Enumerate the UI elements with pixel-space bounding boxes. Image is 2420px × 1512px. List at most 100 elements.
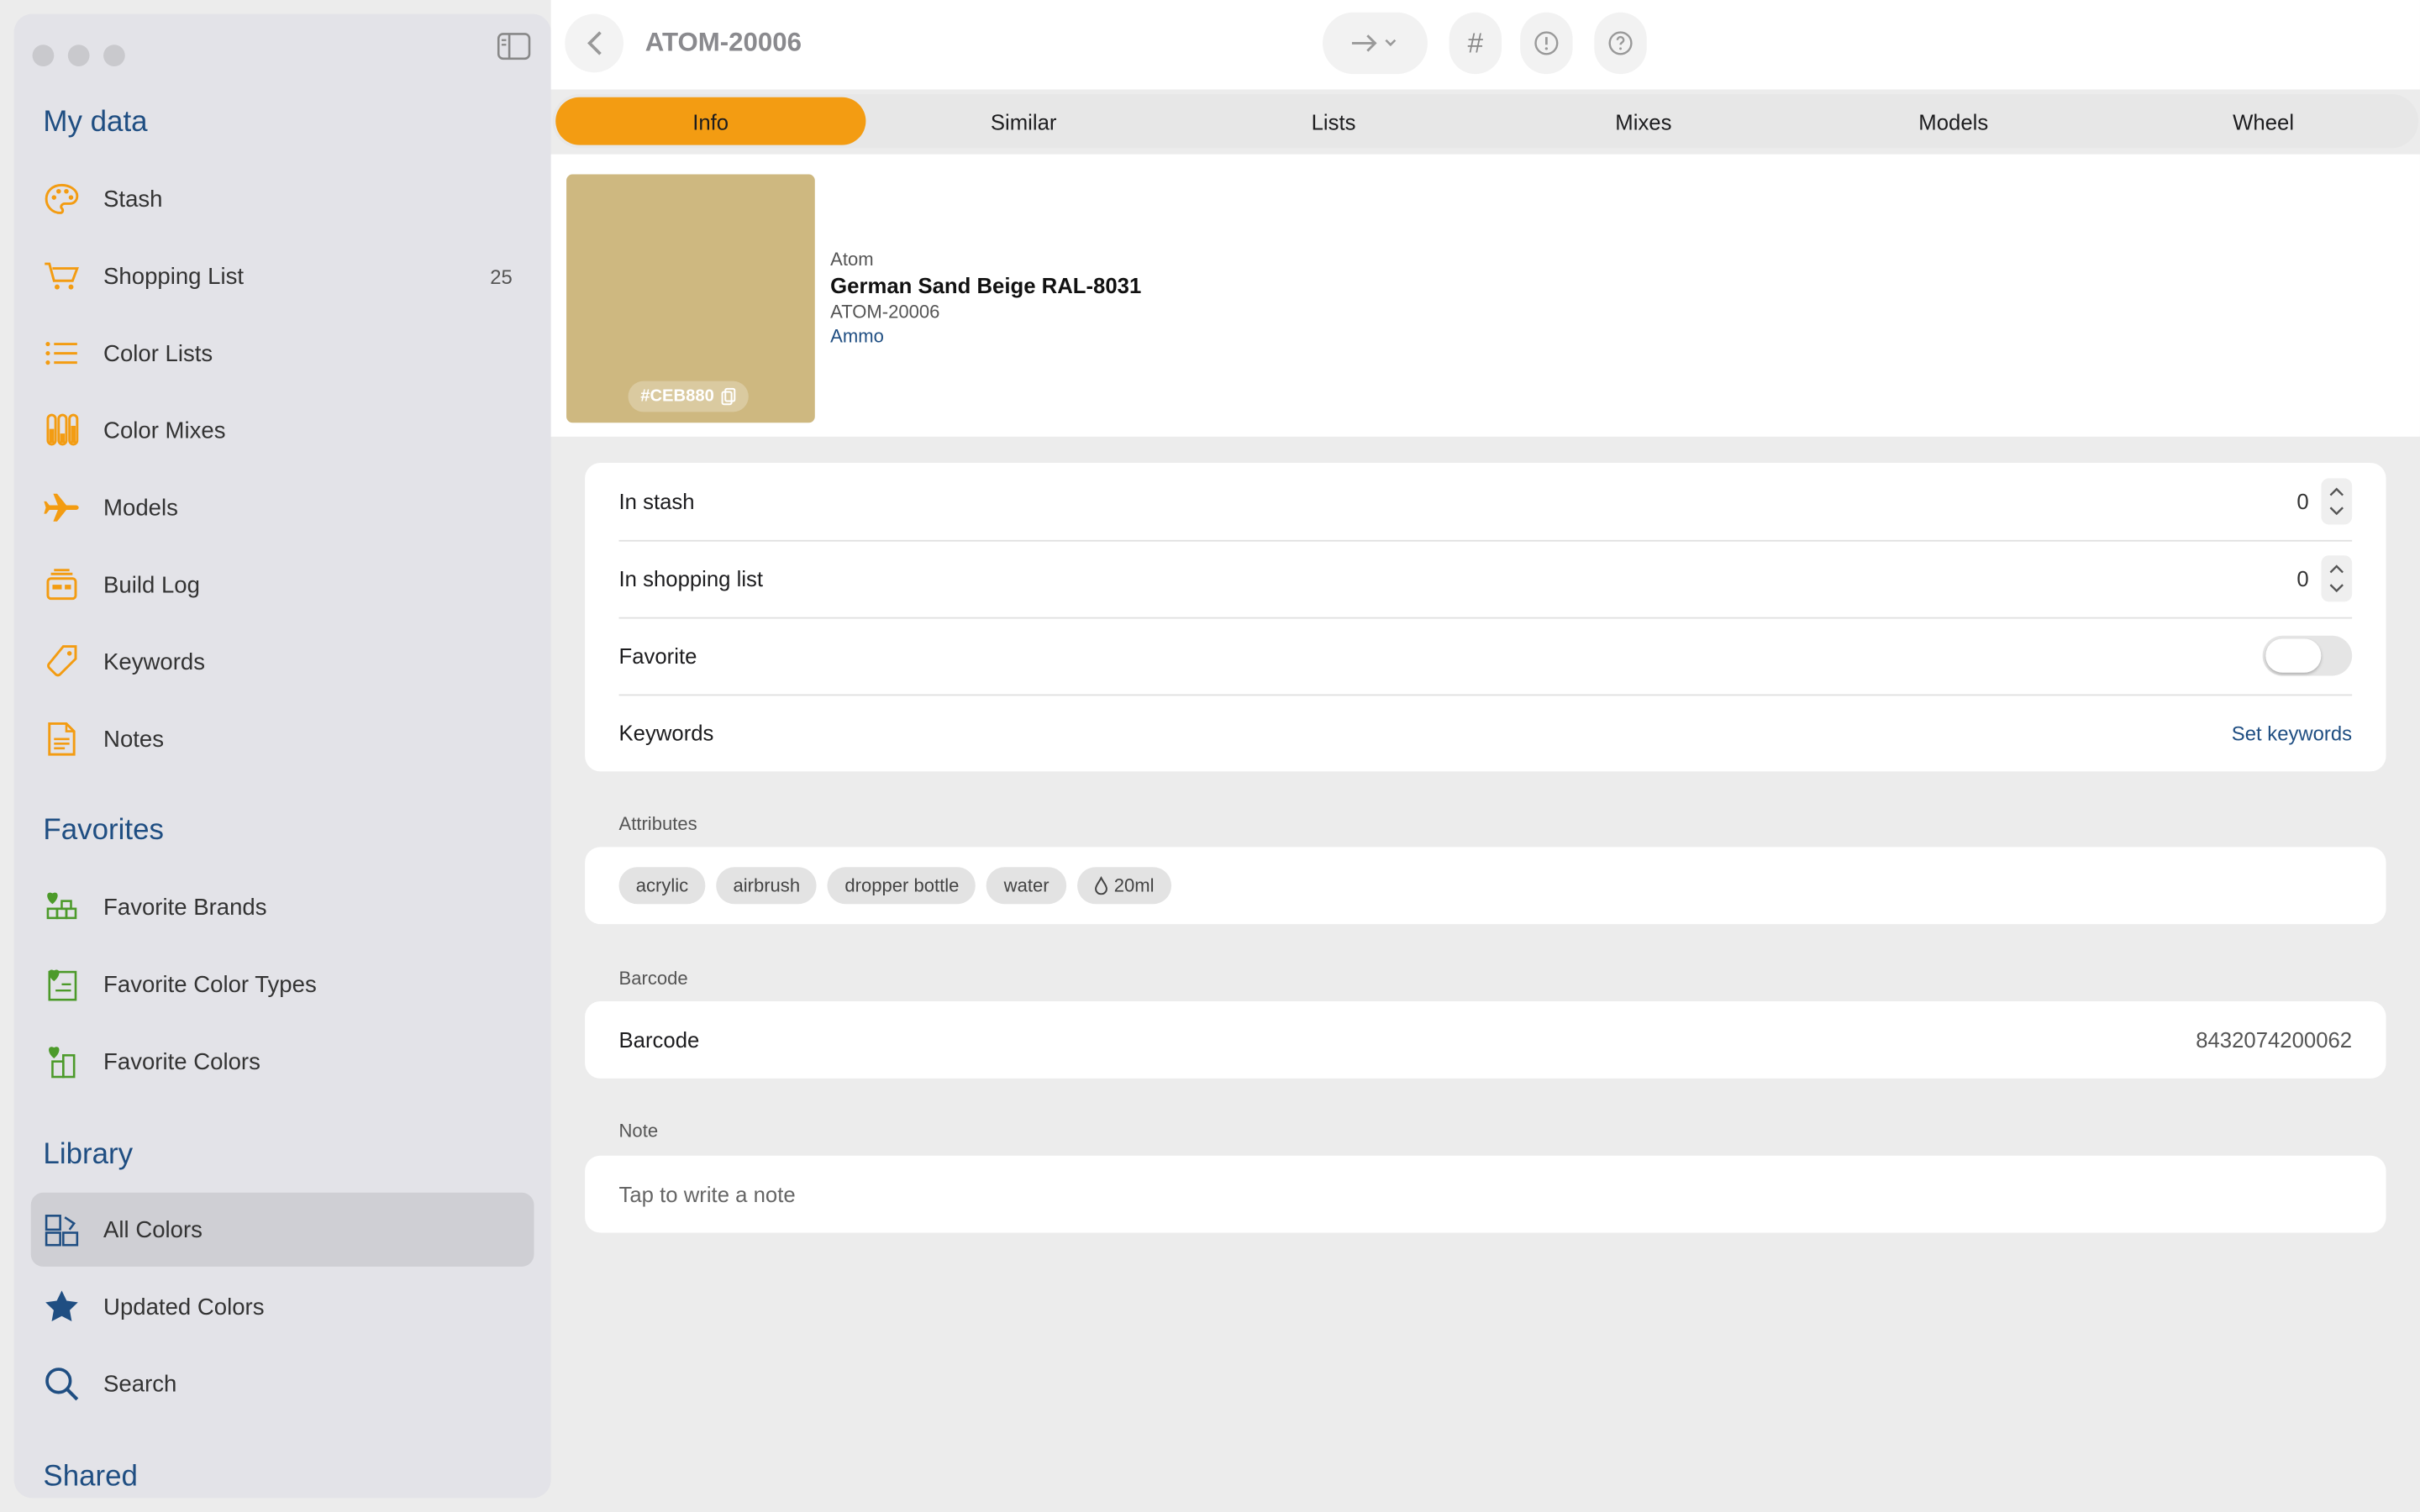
sidebar-item-label: Models xyxy=(103,494,178,521)
color-header: #CEB880 Atom German Sand Beige RAL-8031 … xyxy=(550,154,2420,437)
favorite-color-types-icon xyxy=(43,966,80,1003)
stepper-arrows-icon xyxy=(2329,487,2344,516)
sidebar-item-notes[interactable]: Notes xyxy=(31,702,534,776)
sidebar-item-label: Search xyxy=(103,1370,177,1398)
attribute-chip: water xyxy=(986,867,1066,905)
sidebar-item-models[interactable]: Models xyxy=(31,470,534,544)
sidebar-item-label: Favorite Brands xyxy=(103,894,267,921)
main-content: ATOM-20006 # Info Similar Lists Mixes Mo… xyxy=(550,0,2420,1512)
favorite-row: Favorite xyxy=(585,617,2386,695)
section-favorites: Favorites xyxy=(43,814,164,848)
sidebar-item-label: Notes xyxy=(103,726,165,753)
sidebar-item-all-colors[interactable]: All Colors xyxy=(30,1192,534,1267)
in-shopping-list-row: In shopping list 0 xyxy=(585,539,2386,617)
zoom-window-button[interactable] xyxy=(103,45,125,66)
sidebar-item-label: Stash xyxy=(103,186,163,213)
sidebar-item-favorite-colors[interactable]: Favorite Colors xyxy=(31,1025,534,1099)
sidebar-item-color-lists[interactable]: Color Lists xyxy=(31,317,534,391)
back-button[interactable] xyxy=(565,13,624,73)
sidebar-item-label: Color Mixes xyxy=(103,417,226,444)
build-log-icon xyxy=(43,566,80,603)
share-menu-button[interactable] xyxy=(1323,12,1428,75)
all-colors-icon xyxy=(43,1211,80,1248)
tab-similar[interactable]: Similar xyxy=(869,94,1179,148)
sidebar-item-color-mixes[interactable]: Color Mixes xyxy=(31,393,534,467)
color-swatch: #CEB880 xyxy=(566,174,815,423)
barcode-label: Barcode xyxy=(618,1027,700,1053)
details-card: In stash 0 In shopping list 0 Favorite K… xyxy=(585,463,2386,772)
search-icon xyxy=(43,1365,80,1402)
in-shopping-list-stepper[interactable] xyxy=(2321,555,2353,602)
sidebar-item-label: Color Lists xyxy=(103,339,213,367)
note-field[interactable]: Tap to write a note xyxy=(585,1156,2386,1233)
sidebar-item-shopping-list[interactable]: Shopping List 25 xyxy=(31,239,534,313)
sidebar-item-favorite-color-types[interactable]: Favorite Color Types xyxy=(31,948,534,1021)
section-library: Library xyxy=(43,1138,134,1172)
favorite-toggle[interactable] xyxy=(2262,635,2353,676)
sidebar-item-label: Updated Colors xyxy=(103,1294,265,1320)
stepper-arrows-icon xyxy=(2329,564,2344,593)
info-button[interactable] xyxy=(1520,12,1573,75)
hex-value: #CEB880 xyxy=(640,387,714,407)
note-card[interactable]: Tap to write a note xyxy=(585,1155,2386,1233)
note-group-label: Note xyxy=(618,1120,659,1142)
arrow-right-chevron-icon xyxy=(1351,34,1397,52)
tab-info[interactable]: Info xyxy=(555,97,866,145)
copy-icon xyxy=(721,387,735,406)
hashtag-button[interactable]: # xyxy=(1449,12,1502,75)
sidebar-item-favorite-brands[interactable]: Favorite Brands xyxy=(31,870,534,944)
favorite-colors-icon xyxy=(43,1043,80,1080)
airplane-icon xyxy=(43,489,80,526)
close-window-button[interactable] xyxy=(32,45,55,66)
color-code: ATOM-20006 xyxy=(830,301,940,323)
document-icon xyxy=(43,721,80,758)
minimize-window-button[interactable] xyxy=(67,45,90,66)
hex-copy-chip[interactable]: #CEB880 xyxy=(628,381,749,412)
favorite-brands-icon xyxy=(43,889,80,926)
set-keywords-link[interactable]: Set keywords xyxy=(2232,722,2352,745)
palette-icon xyxy=(43,181,80,218)
shopping-list-count-badge: 25 xyxy=(490,264,513,288)
attribute-chip: dropper bottle xyxy=(828,867,976,905)
help-button[interactable] xyxy=(1594,12,1647,75)
tab-wheel[interactable]: Wheel xyxy=(2108,94,2418,148)
color-brand: Atom xyxy=(830,248,874,270)
hashtag-icon: # xyxy=(1467,27,1484,58)
sidebar-item-label: Shopping List xyxy=(103,263,245,290)
color-name: German Sand Beige RAL-8031 xyxy=(830,273,1142,298)
in-stash-stepper[interactable] xyxy=(2321,478,2353,525)
sidebar-item-keywords[interactable]: Keywords xyxy=(31,625,534,699)
sidebar-item-search[interactable]: Search xyxy=(31,1347,534,1420)
test-tubes-icon xyxy=(43,412,80,449)
sidebar-item-updated-colors[interactable]: Updated Colors xyxy=(31,1270,534,1344)
barcode-row: Barcode 8432074200062 xyxy=(585,1001,2386,1079)
in-stash-value: 0 xyxy=(2296,489,2309,514)
color-meta: Atom German Sand Beige RAL-8031 ATOM-200… xyxy=(830,249,1141,348)
chevron-left-icon xyxy=(587,31,602,55)
attribute-chip: airbrush xyxy=(716,867,818,905)
tab-models[interactable]: Models xyxy=(1798,94,2108,148)
in-stash-row: In stash 0 xyxy=(585,463,2386,540)
tab-bar: Info Similar Lists Mixes Models Wheel xyxy=(552,94,2419,149)
tab-mixes[interactable]: Mixes xyxy=(1488,94,1798,148)
question-circle-icon xyxy=(1608,31,1633,55)
sidebar-item-label: All Colors xyxy=(103,1216,203,1243)
barcode-value: 8432074200062 xyxy=(2196,1027,2353,1053)
sidebar-item-label: Favorite Color Types xyxy=(103,971,317,998)
tab-lists[interactable]: Lists xyxy=(1179,94,1489,148)
note-placeholder: Tap to write a note xyxy=(618,1181,796,1207)
volume-chip: 20ml xyxy=(1076,867,1171,905)
exclamation-circle-icon xyxy=(1534,31,1559,55)
sidebar-item-build-log[interactable]: Build Log xyxy=(31,548,534,622)
page-title: ATOM-20006 xyxy=(644,28,802,57)
toolbar: ATOM-20006 # xyxy=(550,0,2420,90)
list-icon xyxy=(43,335,80,372)
favorite-label: Favorite xyxy=(618,643,697,669)
sidebar-item-stash[interactable]: Stash xyxy=(31,162,534,236)
sidebar-toggle-icon[interactable] xyxy=(497,33,531,60)
star-icon xyxy=(43,1289,80,1326)
color-maker-link[interactable]: Ammo xyxy=(830,326,1141,348)
attribute-chips: acrylic airbrush dropper bottle water 20… xyxy=(585,847,2386,924)
drop-icon xyxy=(1094,876,1107,895)
in-shopping-list-value: 0 xyxy=(2296,566,2309,591)
